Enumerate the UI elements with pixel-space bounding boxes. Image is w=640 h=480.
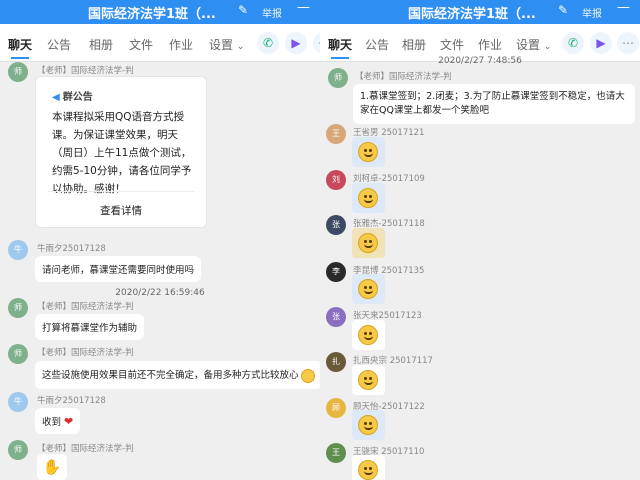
sender-name: 【老师】国际经济法学-判 [37,348,134,358]
notice-title: 群公告 [62,92,93,103]
student-avatar[interactable]: 扎 [326,352,346,372]
tab-settings[interactable]: 设置 ⌄ [516,36,551,53]
message-bubble: 1.慕课堂签到；2.闭麦；3.为了防止慕课堂签到不稳定，也请大家在QQ课堂上都发… [353,84,635,124]
timestamp: 2020/2/27 7:48:56 [438,56,522,66]
student-avatar[interactable]: 张 [326,307,346,327]
sender-name: 【老师】国际经济法学-判 [37,444,134,454]
tab-chat[interactable]: 聊天 [8,36,32,59]
tab-settings[interactable]: 设置 ⌄ [209,36,244,53]
student-avatar[interactable]: 王 [326,124,346,144]
tab-announcements[interactable]: 公告 [365,36,389,53]
phone-icon[interactable]: ✆ [257,32,279,54]
tab-album[interactable]: 相册 [89,36,113,53]
tab-files[interactable]: 文件 [129,36,153,53]
message-bubble: 收到 ❤ [35,408,81,434]
right-chat-window: 国际经济法学1班（... ✎ 举报 — 聊天 公告 相册 文件 作业 设置 ⌄ … [320,0,640,480]
heart-icon: ❤ [64,415,74,428]
megaphone-icon: ◀ [52,92,60,103]
smiley-icon [358,460,378,480]
minimize-icon[interactable]: — [297,0,310,15]
group-notice-card[interactable]: ◀ 群公告 本课程拟采用QQ语音方式授课。为保证课堂效果，明天（周日）上午11点做… [35,76,207,228]
handshake-emoji-icon: ✋ [37,454,67,480]
sender-name: 牛雨夕25017128 [37,396,106,406]
tab-homework[interactable]: 作业 [169,36,193,53]
notice-header: ◀ 群公告 [52,88,93,103]
group-title: 国际经济法学1班（... [88,7,216,22]
smiley-emoji [352,274,385,304]
smiley-emoji [352,137,385,167]
message-text: 收到 [42,417,62,428]
notice-body: 本课程拟采用QQ语音方式授课。为保证课堂效果，明天（周日）上午11点做个测试，约… [52,111,192,195]
timestamp: 2020/2/22 16:59:46 [115,288,205,298]
teacher-avatar[interactable]: 师 [8,62,28,82]
grin-emoji-icon [300,368,315,383]
more-icon[interactable]: ⋯ [313,32,320,54]
student-avatar[interactable]: 王 [326,443,346,463]
sender-name: 【老师】国际经济法学-判 [37,302,134,312]
divider [48,191,194,192]
student-avatar[interactable]: 刘 [326,170,346,190]
tab-homework[interactable]: 作业 [478,36,502,53]
title-bar: 国际经济法学1班（... ✎ 举报 — [0,0,320,24]
group-title: 国际经济法学1班（... [408,7,536,22]
edit-icon[interactable]: ✎ [238,3,248,17]
title-bar: 国际经济法学1班（... ✎ 举报 — [320,0,640,24]
video-icon[interactable]: ▶ [590,32,612,54]
sender-name: 牛雨夕25017128 [37,244,106,254]
sender-name: 【老师】国际经济法学-判 [355,72,452,82]
more-icon[interactable]: ⋯ [617,32,639,54]
view-details-link[interactable]: 查看详情 [36,203,206,218]
chevron-down-icon: ⌄ [543,42,552,52]
phone-icon[interactable]: ✆ [562,32,584,54]
tab-files[interactable]: 文件 [440,36,464,53]
teacher-avatar[interactable]: 师 [328,68,348,88]
student-avatar[interactable]: 牛 [8,392,28,412]
message-bubble: 请问老师，慕课堂还需要同时使用吗 [35,256,202,282]
sender-name: 【老师】国际经济法学-判 [37,66,134,76]
smiley-icon [358,142,378,162]
message-bubble: 这些设施使用效果目前还不完全确定，备用多种方式比较放心 [35,361,320,389]
message-bubble: 打算将慕课堂作为辅助 [35,314,145,340]
chevron-down-icon: ⌄ [236,42,245,52]
tab-album[interactable]: 相册 [402,36,426,53]
left-chat-window: 国际经济法学1班（... ✎ 举报 — 聊天 公告 相册 文件 作业 设置 ⌄ … [0,0,320,480]
edit-icon[interactable]: ✎ [558,3,568,17]
smiley-emoji [352,183,385,213]
student-avatar[interactable]: 李 [326,262,346,282]
video-icon[interactable]: ▶ [285,32,307,54]
tab-chat[interactable]: 聊天 [328,36,352,59]
teacher-avatar[interactable]: 师 [8,298,28,318]
message-text: 这些设施使用效果目前还不完全确定，备用多种方式比较放心 [42,370,299,381]
student-avatar[interactable]: 顾 [326,398,346,418]
tab-bar: 聊天 公告 相册 文件 作业 设置 ⌄ ✆ ▶ ⋯ [0,24,320,62]
teacher-avatar[interactable]: 师 [8,440,28,460]
tab-settings-label: 设置 [209,38,234,52]
tab-settings-label: 设置 [516,38,541,52]
student-avatar[interactable]: 张 [326,215,346,235]
report-link[interactable]: 举报 [262,5,282,20]
smiley-icon [358,279,378,299]
smiley-icon [358,233,378,253]
smiley-emoji [352,455,385,480]
report-link[interactable]: 举报 [582,5,602,20]
smiley-emoji [352,410,385,440]
teacher-avatar[interactable]: 师 [8,344,28,364]
smiley-icon [358,325,378,345]
smiley-icon [358,188,378,208]
student-avatar[interactable]: 牛 [8,240,28,260]
minimize-icon[interactable]: — [617,0,630,15]
smiley-icon [358,370,378,390]
smiley-icon [358,415,378,435]
smiley-emoji [352,320,385,350]
smiley-emoji [352,228,385,258]
smiley-emoji [352,365,385,395]
tab-announcements[interactable]: 公告 [47,36,71,53]
